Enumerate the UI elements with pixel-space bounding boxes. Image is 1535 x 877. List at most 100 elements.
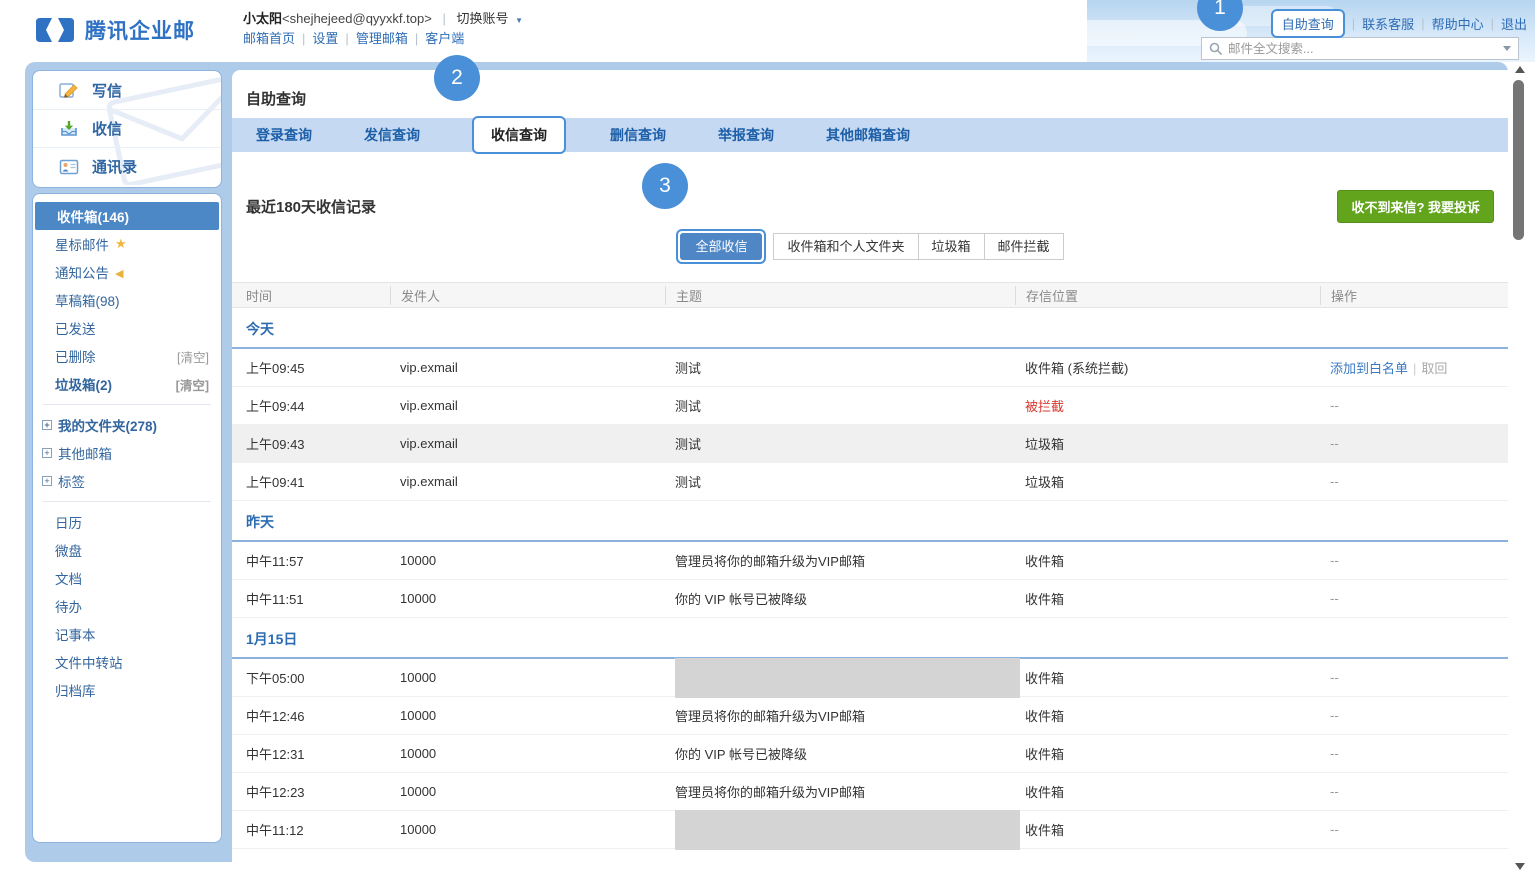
- action-link[interactable]: 添加到白名单: [1330, 361, 1408, 376]
- expander-icon[interactable]: [42, 476, 52, 486]
- receive-label: 收信: [92, 118, 122, 139]
- folder-label: 草稿箱(98): [55, 290, 120, 310]
- filter-button[interactable]: 邮件拦截: [985, 233, 1064, 260]
- sidebar-app-item[interactable]: 记事本: [33, 620, 221, 648]
- app-label: 待办: [55, 596, 82, 616]
- sidebar-app-item[interactable]: 微盘: [33, 536, 221, 564]
- tree-label: 标签: [58, 471, 85, 491]
- column-header: 时间: [232, 286, 390, 305]
- sidebar-folder-item[interactable]: 已发送: [33, 314, 221, 342]
- tab-active[interactable]: 收信查询: [491, 127, 547, 143]
- row-actions: --: [1320, 398, 1508, 413]
- main-panel: 自助查询 登录查询发信查询收信查询删信查询举报查询其他邮箱查询 最近180天收信…: [232, 70, 1508, 877]
- sidebar-app-item[interactable]: 文件中转站: [33, 648, 221, 676]
- self-service-query-link[interactable]: 自助查询: [1282, 17, 1334, 32]
- tab-bar: 登录查询 发信查询 收信查询 删信查询 举报查询 其他邮箱查询: [232, 118, 1508, 152]
- contact-support-link[interactable]: 联系客服: [1362, 14, 1414, 33]
- row-actions: --: [1320, 822, 1508, 837]
- row-location: 收件箱 (系统拦截): [1015, 358, 1320, 377]
- tab-item[interactable]: 举报查询: [718, 125, 774, 145]
- settings-link[interactable]: 设置: [312, 31, 338, 46]
- manage-mail-link[interactable]: 管理邮箱: [356, 31, 408, 46]
- sidebar-folder-item[interactable]: 已删除 [清空]: [33, 342, 221, 370]
- column-header: 存信位置: [1015, 286, 1320, 305]
- group-date-row: 今天: [232, 308, 1508, 349]
- empty-folder-button[interactable]: [清空]: [177, 347, 209, 366]
- help-center-link[interactable]: 帮助中心: [1432, 14, 1484, 33]
- filter-button[interactable]: 收件箱和个人文件夹: [773, 233, 918, 260]
- location-value: 收件箱: [1025, 671, 1064, 686]
- sidebar-app-item[interactable]: 文档: [33, 564, 221, 592]
- expander-icon[interactable]: [42, 448, 52, 458]
- no-action-dash: --: [1330, 708, 1339, 723]
- search-dropdown-caret[interactable]: [1503, 46, 1511, 51]
- no-action-dash: --: [1330, 591, 1339, 606]
- separator: |: [345, 31, 348, 46]
- section-row: 最近180天收信记录 收不到来信? 我要投诉: [246, 190, 1494, 223]
- scrollbar[interactable]: [1511, 64, 1527, 872]
- logo-icon: [34, 16, 76, 44]
- tab-item[interactable]: 其他邮箱查询: [826, 125, 910, 145]
- compose-button[interactable]: 写信: [33, 71, 221, 109]
- location-value: 垃圾箱: [1025, 437, 1064, 452]
- sidebar-tree-item[interactable]: 其他邮箱: [33, 439, 221, 467]
- sidebar-folder-item[interactable]: 星标邮件: [33, 230, 221, 258]
- sidebar-app-item[interactable]: 待办: [33, 592, 221, 620]
- user-email: <shejhejeed@qyyxkf.top>: [282, 11, 432, 26]
- separator: |: [442, 11, 445, 26]
- search-input[interactable]: [1228, 42, 1503, 56]
- row-sender: 10000: [390, 708, 665, 723]
- table-row: 中午11:5110000你的 VIP 帐号已被降级收件箱--: [232, 580, 1508, 618]
- sidebar-folder-item[interactable]: 垃圾箱(2)[清空]: [33, 370, 221, 398]
- location-value: 收件箱 (系统拦截): [1025, 361, 1128, 376]
- tab-item[interactable]: 登录查询: [256, 125, 312, 145]
- empty-folder-button[interactable]: [清空]: [176, 375, 209, 394]
- scrollbar-thumb[interactable]: [1513, 80, 1524, 240]
- filter-button-active[interactable]: 全部收信: [680, 233, 762, 260]
- app-label: 记事本: [55, 624, 96, 644]
- row-subject: 管理员将你的邮箱升级为VIP邮箱: [665, 782, 1015, 801]
- table-row: 上午09:45vip.exmail测试收件箱 (系统拦截)添加到白名单|取回: [232, 349, 1508, 387]
- expander-icon[interactable]: [42, 420, 52, 430]
- scroll-down-arrow[interactable]: [1515, 863, 1525, 870]
- row-sender: vip.exmail: [390, 398, 665, 413]
- sidebar-folder-item[interactable]: 草稿箱(98): [33, 286, 221, 314]
- filter-button[interactable]: 垃圾箱: [919, 233, 985, 260]
- row-location: 收件箱: [1015, 668, 1320, 687]
- row-sender: vip.exmail: [390, 360, 665, 375]
- switch-account-link[interactable]: 切换账号: [456, 11, 508, 26]
- receive-icon: [59, 119, 79, 139]
- location-value: 收件箱: [1025, 592, 1064, 607]
- client-link[interactable]: 客户端: [425, 31, 464, 46]
- tab-item[interactable]: 删信查询: [610, 125, 666, 145]
- sidebar-folder-item[interactable]: 通知公告: [33, 258, 221, 286]
- no-action-dash: --: [1330, 746, 1339, 761]
- separator: |: [415, 31, 418, 46]
- receive-button[interactable]: 收信: [33, 109, 221, 147]
- sidebar-folder-item[interactable]: 收件箱(146): [35, 202, 219, 230]
- row-subject: 管理员将你的邮箱升级为VIP邮箱: [665, 551, 1015, 570]
- row-subject: 测试: [665, 396, 1015, 415]
- row-time: 上午09:45: [232, 358, 390, 377]
- mail-home-link[interactable]: 邮箱首页: [243, 31, 295, 46]
- app-label: 日历: [55, 512, 82, 532]
- separator: |: [1352, 16, 1355, 31]
- sidebar-app-item[interactable]: 归档库: [33, 676, 221, 704]
- folder-label: 已删除: [55, 346, 96, 366]
- scroll-up-arrow[interactable]: [1515, 66, 1525, 73]
- sidebar-tree-item[interactable]: 标签: [33, 467, 221, 495]
- no-action-dash: --: [1330, 474, 1339, 489]
- contacts-button[interactable]: 通讯录: [33, 147, 221, 185]
- complain-button[interactable]: 收不到来信? 我要投诉: [1337, 190, 1494, 223]
- sidebar-app-item[interactable]: 日历: [33, 508, 221, 536]
- group-date-row: 1月15日: [232, 618, 1508, 659]
- search-box[interactable]: [1201, 37, 1519, 60]
- sidebar-tree-item[interactable]: 我的文件夹(278): [33, 411, 221, 439]
- annotation-step-3: 3: [642, 163, 688, 209]
- tab-item[interactable]: 发信查询: [364, 125, 420, 145]
- row-sender: 10000: [390, 746, 665, 761]
- location-value: 被拦截: [1025, 399, 1064, 414]
- nav-links: 邮箱首页|设置|管理邮箱|客户端: [243, 29, 523, 49]
- no-action-dash: --: [1330, 670, 1339, 685]
- logout-link[interactable]: 退出: [1501, 14, 1527, 33]
